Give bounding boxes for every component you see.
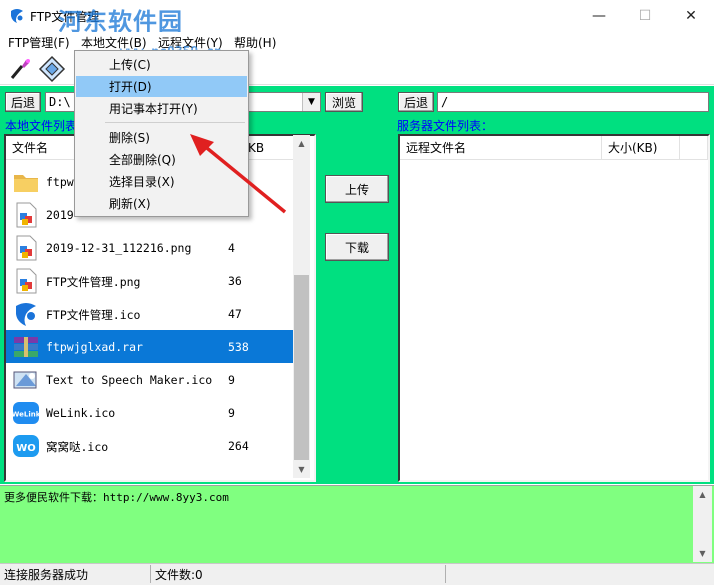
png-file-icon [12, 234, 40, 262]
file-name: 2019-12-31_112216.png [46, 241, 192, 255]
close-button[interactable]: ✕ [668, 0, 714, 31]
welink-icon: WeLink [12, 399, 41, 427]
annotation-arrow-icon [190, 134, 287, 214]
browse-button[interactable]: 浏览 [325, 92, 363, 112]
scroll-up-icon[interactable]: ▲ [693, 486, 712, 503]
remote-col-name-label: 远程文件名 [406, 141, 467, 155]
table-row[interactable]: Text to Speech Maker.ico 9 [6, 363, 302, 396]
log-text: 更多便民软件下载：http://www.8yy3.com [4, 491, 229, 504]
dropdown-item[interactable]: 上传(C) [76, 54, 247, 75]
file-size: 9 [228, 406, 235, 420]
file-size: 538 [228, 340, 249, 354]
svg-text:WO: WO [16, 443, 36, 454]
wo-icon: WO [12, 432, 40, 460]
file-name: WeLink.ico [46, 406, 116, 420]
file-name: ftpwjglxad.rar [46, 340, 143, 354]
file-name: 窝窝哒.ico [46, 440, 109, 454]
remote-col-size-label: 大小(KB) [608, 141, 658, 155]
log-scrollbar[interactable]: ▲ ▼ [693, 486, 712, 562]
table-row[interactable]: ftpwjglxad.rar 538 [6, 330, 302, 363]
scroll-down-icon[interactable]: ▼ [293, 461, 310, 478]
close-icon: ✕ [685, 7, 697, 24]
remote-back-button[interactable]: 后退 [398, 92, 434, 112]
table-row[interactable]: WeLink WeLink.ico 9 [6, 396, 302, 429]
remote-col-name-header[interactable]: 远程文件名 [400, 136, 602, 160]
minimize-button[interactable]: — [576, 0, 622, 31]
file-count-status: 文件数:0 [155, 568, 203, 582]
local-scrollbar[interactable]: ▲ ▼ [293, 135, 310, 478]
status-divider [445, 565, 446, 583]
telecom-icon [12, 300, 40, 328]
remote-list-title: 服务器文件列表： [397, 119, 494, 133]
speech-maker-icon [12, 366, 40, 394]
maximize-icon: ☐ [638, 7, 652, 24]
local-back-button[interactable]: 后退 [5, 92, 41, 112]
table-row[interactable]: FTP文件管理.ico 47 [6, 297, 302, 330]
connection-status: 连接服务器成功 [4, 568, 89, 582]
file-size: 36 [228, 274, 242, 288]
local-path-value: D:\ [49, 95, 71, 109]
chevron-down-icon[interactable]: ▼ [302, 93, 320, 111]
dropdown-item[interactable]: 打开(D) [76, 76, 247, 97]
remote-col-extra-header [680, 136, 708, 160]
file-size: 264 [228, 439, 249, 453]
status-bar [0, 563, 714, 585]
file-size: 4 [228, 241, 235, 255]
file-name: FTP文件管理.ico [46, 308, 141, 322]
svg-text:WeLink: WeLink [12, 411, 40, 419]
wand-icon[interactable] [8, 57, 32, 81]
folder-icon [12, 168, 40, 196]
menu-separator [105, 122, 245, 123]
menu-help[interactable]: 帮助(H) [234, 34, 276, 51]
png-file-icon [12, 201, 40, 229]
scroll-thumb[interactable] [294, 275, 309, 460]
png-file-icon [12, 267, 40, 295]
dropdown-item[interactable]: 用记事本打开(Y) [76, 98, 247, 119]
diamond-icon[interactable] [38, 55, 66, 83]
upload-button[interactable]: 上传 [325, 175, 389, 203]
table-row[interactable]: FTP文件管理.png 36 [6, 264, 302, 297]
remote-path-input[interactable]: / [437, 92, 709, 112]
file-size: 47 [228, 307, 242, 321]
table-row[interactable]: 2019-12-31_112216.png 4 [6, 231, 302, 264]
maximize-button[interactable]: ☐ [622, 0, 668, 31]
app-icon [11, 9, 23, 23]
scroll-down-icon[interactable]: ▼ [693, 545, 712, 562]
download-button[interactable]: 下载 [325, 233, 389, 261]
local-col-name-label: 文件名 [12, 141, 49, 155]
minimize-icon: — [592, 7, 606, 24]
file-name: Text to Speech Maker.ico [46, 373, 213, 387]
scroll-up-icon[interactable]: ▲ [293, 135, 310, 152]
file-name: FTP文件管理.png [46, 275, 141, 289]
table-row[interactable]: WO 窝窝哒.ico 264 [6, 429, 302, 462]
menu-ftp-manage[interactable]: FTP管理(F) [8, 34, 70, 51]
remote-path-value: / [441, 95, 449, 109]
remote-file-list[interactable]: 远程文件名 大小(KB) [398, 134, 710, 482]
remote-col-size-header[interactable]: 大小(KB) [602, 136, 680, 160]
status-divider [150, 565, 151, 583]
file-size: 9 [228, 373, 235, 387]
rar-archive-icon [12, 333, 40, 361]
